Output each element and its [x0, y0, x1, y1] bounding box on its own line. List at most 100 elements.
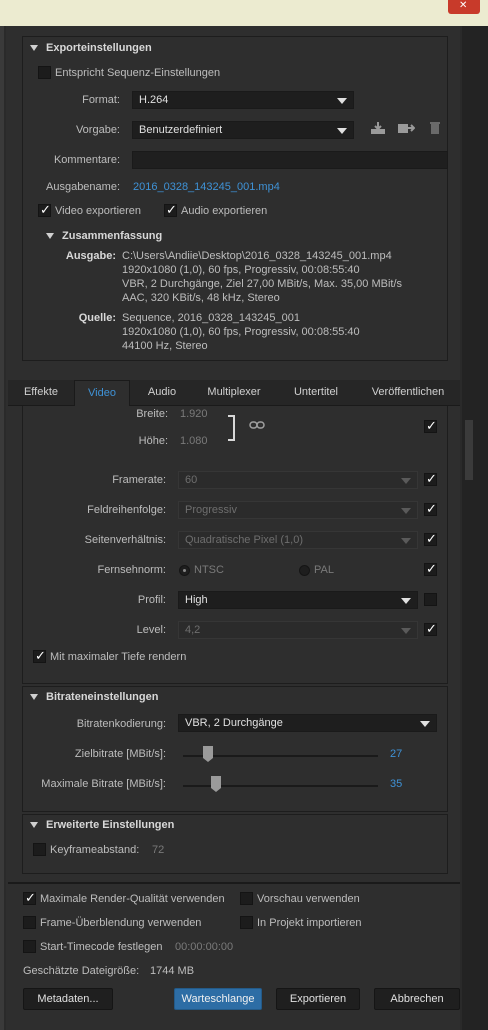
ntsc-label: NTSC: [194, 564, 224, 576]
export-audio-checkbox[interactable]: [164, 202, 177, 218]
aspect-dropdown[interactable]: Quadratische Pixel (1,0): [178, 531, 418, 549]
link-dimensions-icon[interactable]: [248, 418, 266, 434]
max-depth-label: Mit maximaler Tiefe rendern: [50, 651, 187, 663]
height-value: 1.080: [180, 435, 208, 447]
field-order-checkbox[interactable]: [424, 501, 437, 517]
summary-title: Zusammenfassung: [62, 230, 163, 242]
framerate-checkbox[interactable]: [424, 471, 437, 487]
save-preset-icon[interactable]: [369, 121, 387, 137]
export-audio-label: Audio exportieren: [181, 205, 268, 217]
max-bitrate-slider-thumb[interactable]: [211, 776, 222, 792]
start-timecode-value: 00:00:00:00: [175, 941, 234, 953]
target-bitrate-value[interactable]: 27: [390, 748, 402, 760]
tv-standard-checkbox[interactable]: [424, 561, 437, 577]
framerate-dropdown[interactable]: 60: [178, 471, 418, 489]
chevron-down-icon: [401, 628, 411, 634]
tab-video[interactable]: Video: [74, 380, 130, 406]
preset-value: Benutzerdefiniert: [139, 124, 223, 136]
format-label: Format:: [82, 94, 120, 106]
pal-label: PAL: [314, 564, 334, 576]
target-bitrate-slider-thumb[interactable]: [203, 746, 214, 762]
import-preset-icon[interactable]: [397, 121, 416, 137]
bitrate-title: Bitrateneinstellungen: [46, 691, 159, 703]
window-close-button[interactable]: [448, 0, 480, 14]
profile-value: High: [185, 594, 208, 606]
summary-source-line: Sequence, 2016_0328_143245_001: [122, 312, 301, 324]
background-scrollbar[interactable]: [465, 420, 473, 480]
tab-captions[interactable]: Untertitel: [278, 380, 354, 406]
framerate-label: Framerate:: [112, 474, 166, 486]
keyframe-value: 72: [152, 844, 165, 856]
dimensions-checkbox[interactable]: [424, 418, 437, 434]
format-dropdown[interactable]: H.264: [132, 91, 354, 109]
tab-effects[interactable]: Effekte: [12, 380, 70, 406]
keyframe-label: Keyframeabstand:: [50, 844, 140, 856]
summary-source-line: 44100 Hz, Stereo: [122, 340, 208, 352]
chevron-down-icon: [420, 721, 430, 727]
left-edge: [0, 26, 4, 1030]
chevron-down-icon: [401, 478, 411, 484]
cancel-button[interactable]: Abbrechen: [374, 988, 460, 1010]
export-button[interactable]: Exportieren: [276, 988, 360, 1010]
max-bitrate-label: Maximale Bitrate [MBit/s]:: [41, 778, 166, 790]
window-titlebar: [0, 0, 488, 26]
metadata-button[interactable]: Metadaten...: [23, 988, 113, 1010]
chevron-down-icon: [401, 508, 411, 514]
match-sequence-label: Entspricht Sequenz-Einstellungen: [55, 67, 221, 79]
preset-label: Vorgabe:: [75, 124, 120, 136]
tab-multiplexer[interactable]: Multiplexer: [194, 380, 274, 406]
ntsc-radio[interactable]: [179, 565, 190, 576]
match-sequence-checkbox[interactable]: [38, 66, 51, 79]
file-size-label: Geschätzte Dateigröße:: [23, 965, 140, 977]
advanced-title: Erweiterte Einstellungen: [46, 819, 175, 831]
bitrate-encoding-dropdown[interactable]: VBR, 2 Durchgänge: [178, 714, 437, 732]
start-timecode-checkbox[interactable]: [23, 940, 36, 953]
collapse-summary-icon[interactable]: [46, 233, 54, 239]
level-checkbox[interactable]: [424, 621, 437, 637]
tab-publish[interactable]: Veröffentlichen: [358, 380, 458, 406]
bottom-divider: [8, 882, 460, 884]
queue-button[interactable]: Warteschlange: [174, 988, 262, 1010]
use-previews-checkbox[interactable]: [240, 892, 253, 905]
comment-input[interactable]: [132, 151, 448, 169]
field-order-label: Feldreihenfolge:: [87, 504, 166, 516]
summary-source-label: Quelle:: [78, 312, 116, 324]
width-label: Breite:: [136, 408, 168, 420]
max-depth-checkbox[interactable]: [33, 648, 46, 664]
max-render-quality-checkbox[interactable]: [23, 890, 36, 906]
preset-dropdown[interactable]: Benutzerdefiniert: [132, 121, 354, 139]
framerate-value: 60: [185, 474, 198, 486]
summary-output-line: AAC, 320 KBit/s, 48 kHz, Stereo: [122, 292, 280, 304]
aspect-label: Seitenverhältnis:: [84, 534, 166, 546]
delete-preset-icon[interactable]: [426, 121, 444, 137]
summary-output-line: VBR, 2 Durchgänge, Ziel 27,00 MBit/s, Ma…: [122, 278, 403, 290]
keyframe-checkbox[interactable]: [33, 843, 46, 856]
bitrate-encoding-value: VBR, 2 Durchgänge: [185, 717, 283, 729]
link-bracket: [228, 415, 235, 441]
level-dropdown[interactable]: 4,2: [178, 621, 418, 639]
profile-checkbox[interactable]: [424, 593, 437, 606]
format-value: H.264: [139, 94, 169, 106]
collapse-export-settings-icon[interactable]: [30, 45, 38, 51]
import-project-checkbox[interactable]: [240, 916, 253, 929]
output-name-link[interactable]: 2016_0328_143245_001.mp4: [133, 181, 280, 193]
width-value: 1.920: [180, 408, 208, 420]
summary-output-line: C:\Users\Andiie\Desktop\2016_0328_143245…: [122, 250, 392, 262]
aspect-value: Quadratische Pixel (1,0): [185, 534, 303, 546]
max-render-quality-label: Maximale Render-Qualität verwenden: [40, 893, 225, 905]
frame-blending-checkbox[interactable]: [23, 916, 36, 929]
start-timecode-label: Start-Timecode festlegen: [40, 941, 163, 953]
tab-audio[interactable]: Audio: [134, 380, 190, 406]
field-order-dropdown[interactable]: Progressiv: [178, 501, 418, 519]
aspect-checkbox[interactable]: [424, 531, 437, 547]
level-value: 4,2: [185, 624, 201, 636]
use-previews-label: Vorschau verwenden: [257, 893, 360, 905]
collapse-bitrate-icon[interactable]: [30, 694, 38, 700]
collapse-advanced-icon[interactable]: [30, 822, 38, 828]
export-video-label: Video exportieren: [55, 205, 142, 217]
profile-dropdown[interactable]: High: [178, 591, 418, 609]
summary-output-line: 1920x1080 (1,0), 60 fps, Progressiv, 00:…: [122, 264, 360, 276]
pal-radio[interactable]: [299, 565, 310, 576]
export-video-checkbox[interactable]: [38, 202, 51, 218]
max-bitrate-value[interactable]: 35: [390, 778, 402, 790]
